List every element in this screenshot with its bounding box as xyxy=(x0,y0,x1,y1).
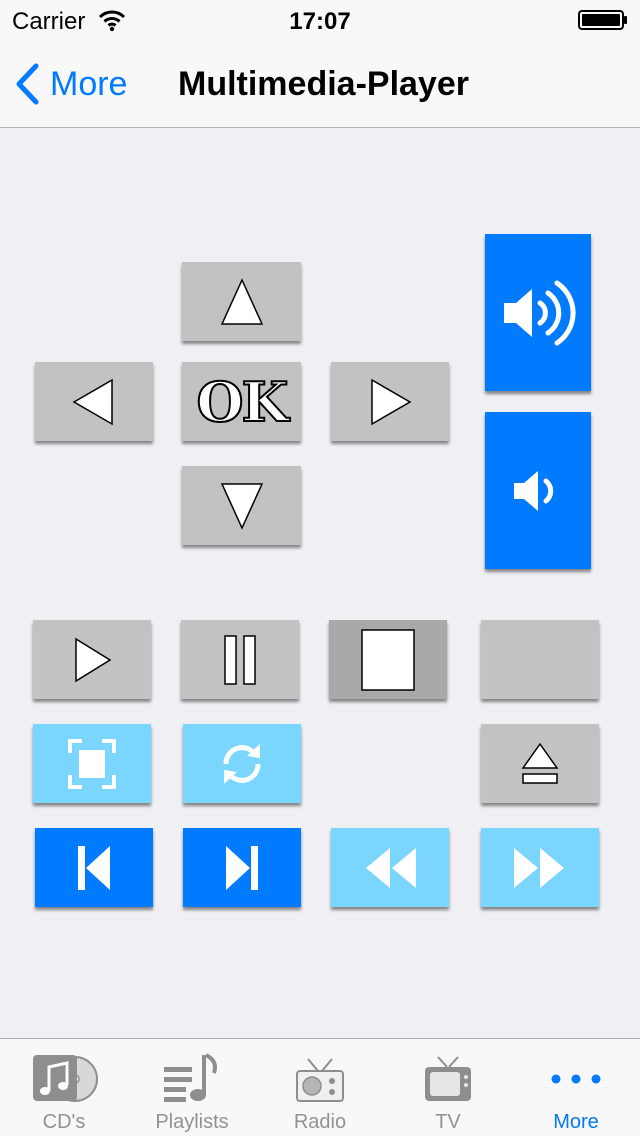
navigation-bar: More Multimedia-Player xyxy=(0,40,640,128)
tab-label: CD's xyxy=(42,1111,86,1133)
battery-icon xyxy=(578,10,627,30)
tab-playlists[interactable]: Playlists xyxy=(128,1039,256,1136)
up-button[interactable] xyxy=(182,262,301,341)
tab-radio[interactable]: Radio xyxy=(256,1039,384,1136)
volume-up-icon xyxy=(504,280,576,345)
volume-down-icon xyxy=(514,470,554,511)
tab-label: Radio xyxy=(293,1111,347,1133)
down-button[interactable] xyxy=(182,466,301,545)
tab-label: TV xyxy=(435,1111,461,1133)
fullscreen-button[interactable] xyxy=(33,724,151,803)
eject-icon xyxy=(521,742,559,784)
blank-button[interactable] xyxy=(481,620,599,699)
more-dots-icon xyxy=(512,1051,640,1107)
pause-button[interactable] xyxy=(181,620,299,699)
arrow-right-icon xyxy=(371,378,412,425)
fullscreen-icon xyxy=(68,738,116,789)
tv-icon xyxy=(384,1051,512,1107)
fast-forward-icon xyxy=(514,847,564,888)
page-title: Multimedia-Player xyxy=(178,65,469,103)
fast-forward-button[interactable] xyxy=(481,828,599,907)
eject-button[interactable] xyxy=(481,724,599,803)
arrow-down-icon xyxy=(220,482,263,530)
rewind-button[interactable] xyxy=(331,828,449,907)
pause-icon xyxy=(224,634,256,685)
volume-down-button[interactable] xyxy=(485,412,591,569)
tab-label: More xyxy=(553,1111,599,1133)
back-button[interactable]: More xyxy=(14,62,127,106)
tab-bar: CD's Playlists Radio TV More xyxy=(0,1038,640,1136)
ok-button[interactable]: OK xyxy=(182,362,301,441)
repeat-button[interactable] xyxy=(183,724,301,803)
stop-button[interactable] xyxy=(329,620,447,699)
arrow-left-icon xyxy=(72,378,113,425)
back-button-label: More xyxy=(50,64,128,103)
skip-next-icon xyxy=(226,845,258,890)
play-button[interactable] xyxy=(33,620,151,699)
music-cd-icon xyxy=(0,1051,128,1107)
tab-cds[interactable]: CD's xyxy=(0,1039,128,1136)
status-bar: Carrier 17:07 xyxy=(0,0,640,40)
stop-icon xyxy=(361,628,415,691)
next-track-button[interactable] xyxy=(183,828,301,907)
tab-label: Playlists xyxy=(155,1111,229,1133)
left-button[interactable] xyxy=(35,362,153,441)
tab-more[interactable]: More xyxy=(512,1039,640,1136)
repeat-icon xyxy=(223,743,261,784)
radio-icon xyxy=(256,1051,384,1107)
ok-button-label: OK xyxy=(196,369,290,434)
rewind-icon xyxy=(366,847,416,888)
play-icon xyxy=(75,637,112,682)
playlist-icon xyxy=(128,1051,256,1107)
arrow-up-icon xyxy=(220,277,263,325)
status-time: 17:07 xyxy=(289,8,351,35)
tab-tv[interactable]: TV xyxy=(384,1039,512,1136)
previous-track-button[interactable] xyxy=(35,828,153,907)
volume-up-button[interactable] xyxy=(485,234,591,391)
right-button[interactable] xyxy=(331,362,449,441)
skip-previous-icon xyxy=(78,845,110,890)
chevron-left-icon xyxy=(16,63,39,105)
